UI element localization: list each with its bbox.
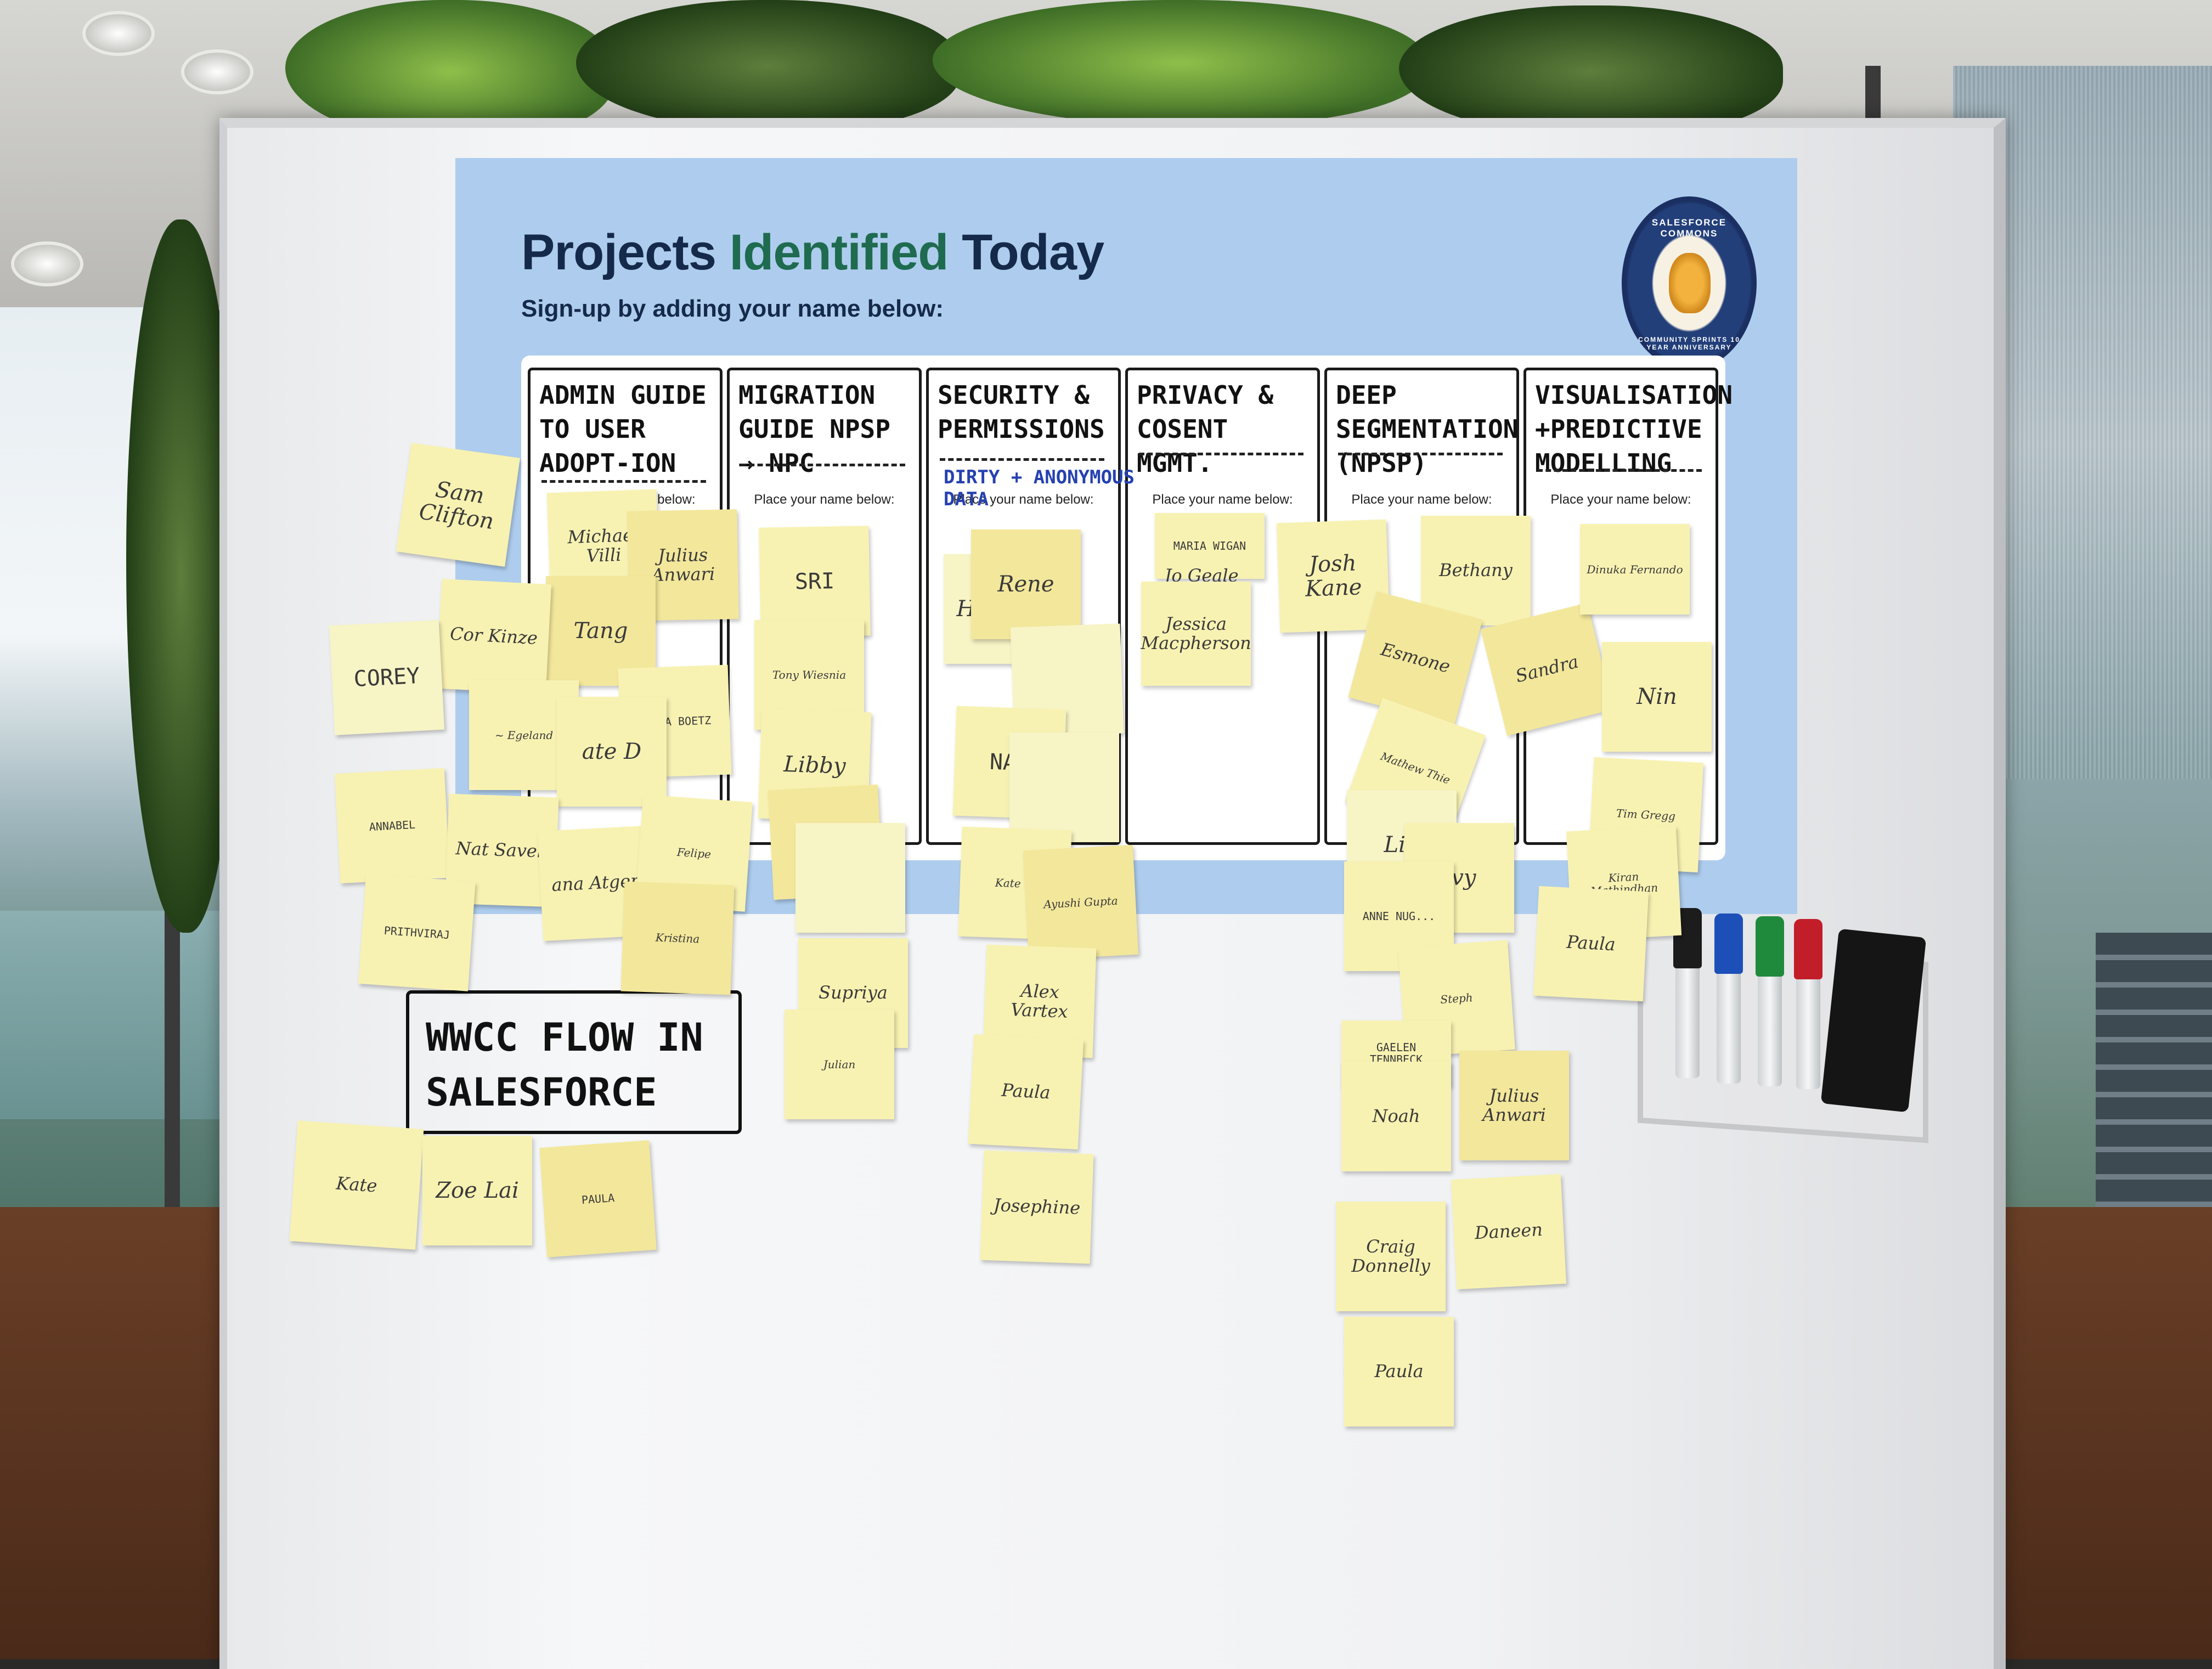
badge-top-text: SALESFORCE COMMONS: [1651, 217, 1727, 239]
sticky-note: Paula: [1344, 1317, 1454, 1426]
title-underline: [1139, 453, 1304, 455]
title-underline: [1537, 469, 1702, 472]
sticky-note: Cor Kinze: [436, 578, 552, 695]
place-label: Place your name below:: [1550, 492, 1691, 507]
ceiling-light: [11, 241, 83, 286]
sticky-note: Zoe Lai: [422, 1136, 532, 1245]
sticky-note: Daneen: [1451, 1174, 1567, 1290]
title-underline: [741, 464, 905, 466]
sticky-note: ate D: [557, 697, 667, 807]
sticky-note: Julian: [785, 1010, 894, 1119]
sticky-note: Paula: [968, 1034, 1084, 1150]
poster-subtitle: Sign-up by adding your name below:: [521, 295, 944, 322]
title-part: Today: [948, 224, 1104, 280]
sticky-note: Julius Anwari: [1459, 1051, 1569, 1160]
poster-title: Projects Identified Today: [521, 224, 1104, 281]
column-title: Admin guide to user adopt-ion: [539, 380, 707, 478]
sticky-note: [795, 823, 905, 933]
ceiling-light: [181, 49, 253, 94]
blue-marker[interactable]: [1714, 914, 1743, 1084]
dirty-anonymous-data-annotation: DIRTY + ANONYMOUS DATA: [944, 466, 1135, 510]
column-title: Security & permissions: [938, 380, 1105, 444]
sticky-note: Sam Clifton: [396, 443, 520, 567]
title-accent: Identified: [729, 224, 949, 280]
sticky-note: Rene: [971, 529, 1081, 639]
column-title: Privacy & cosent mgmt.: [1137, 380, 1274, 478]
harbour-water: [0, 911, 230, 1119]
title-underline: [1338, 453, 1503, 455]
sticky-note: [1009, 732, 1119, 842]
salesforce-commons-badge: SALESFORCE COMMONS COMMUNITY SPRINTS 10 …: [1622, 196, 1757, 370]
whiteboard-eraser[interactable]: [1820, 928, 1927, 1113]
red-marker[interactable]: [1794, 919, 1822, 1089]
wwcc-flow-text: WWCC FLOW IN SALESFORCE: [426, 1015, 703, 1115]
place-label: Place your name below:: [754, 492, 895, 507]
badge-bottom-text: COMMUNITY SPRINTS 10 YEAR ANNIVERSARY: [1638, 336, 1740, 351]
title-underline: [940, 458, 1104, 461]
sticky-note: Ayushi Gupta: [1023, 844, 1139, 961]
sticky-note: PRITHVIRAJ: [358, 874, 476, 991]
sticky-note: Paula: [1533, 886, 1649, 1002]
sticky-note: Josephine: [980, 1150, 1094, 1264]
wwcc-flow-box: WWCC FLOW IN SALESFORCE: [406, 990, 742, 1134]
sticky-note: Kate: [289, 1120, 424, 1250]
sticky-note: ANNABEL: [334, 768, 450, 884]
sticky-note: PAULA: [539, 1140, 657, 1258]
green-marker[interactable]: [1756, 916, 1784, 1086]
ceiling-light: [82, 11, 155, 56]
title-underline: [541, 480, 706, 483]
sticky-note: COREY: [329, 619, 445, 736]
sticky-note: Kristina: [620, 881, 735, 995]
sticky-note: Dinuka Fernando: [1580, 524, 1690, 614]
column-title: Deep segmentation (NPSP): [1336, 380, 1519, 478]
sticky-note: Craig Donnelly: [1336, 1202, 1446, 1311]
title-part: Projects: [521, 224, 730, 280]
mascot-icon: [1669, 253, 1711, 313]
place-label: Place your name below:: [1351, 492, 1492, 507]
sticky-note: Jessica Macpherson: [1141, 582, 1251, 686]
sticky-note: Nin: [1602, 642, 1712, 752]
sticky-note: Noah: [1341, 1062, 1451, 1171]
column-title: Visualisation +predictive modelling: [1535, 380, 1733, 478]
